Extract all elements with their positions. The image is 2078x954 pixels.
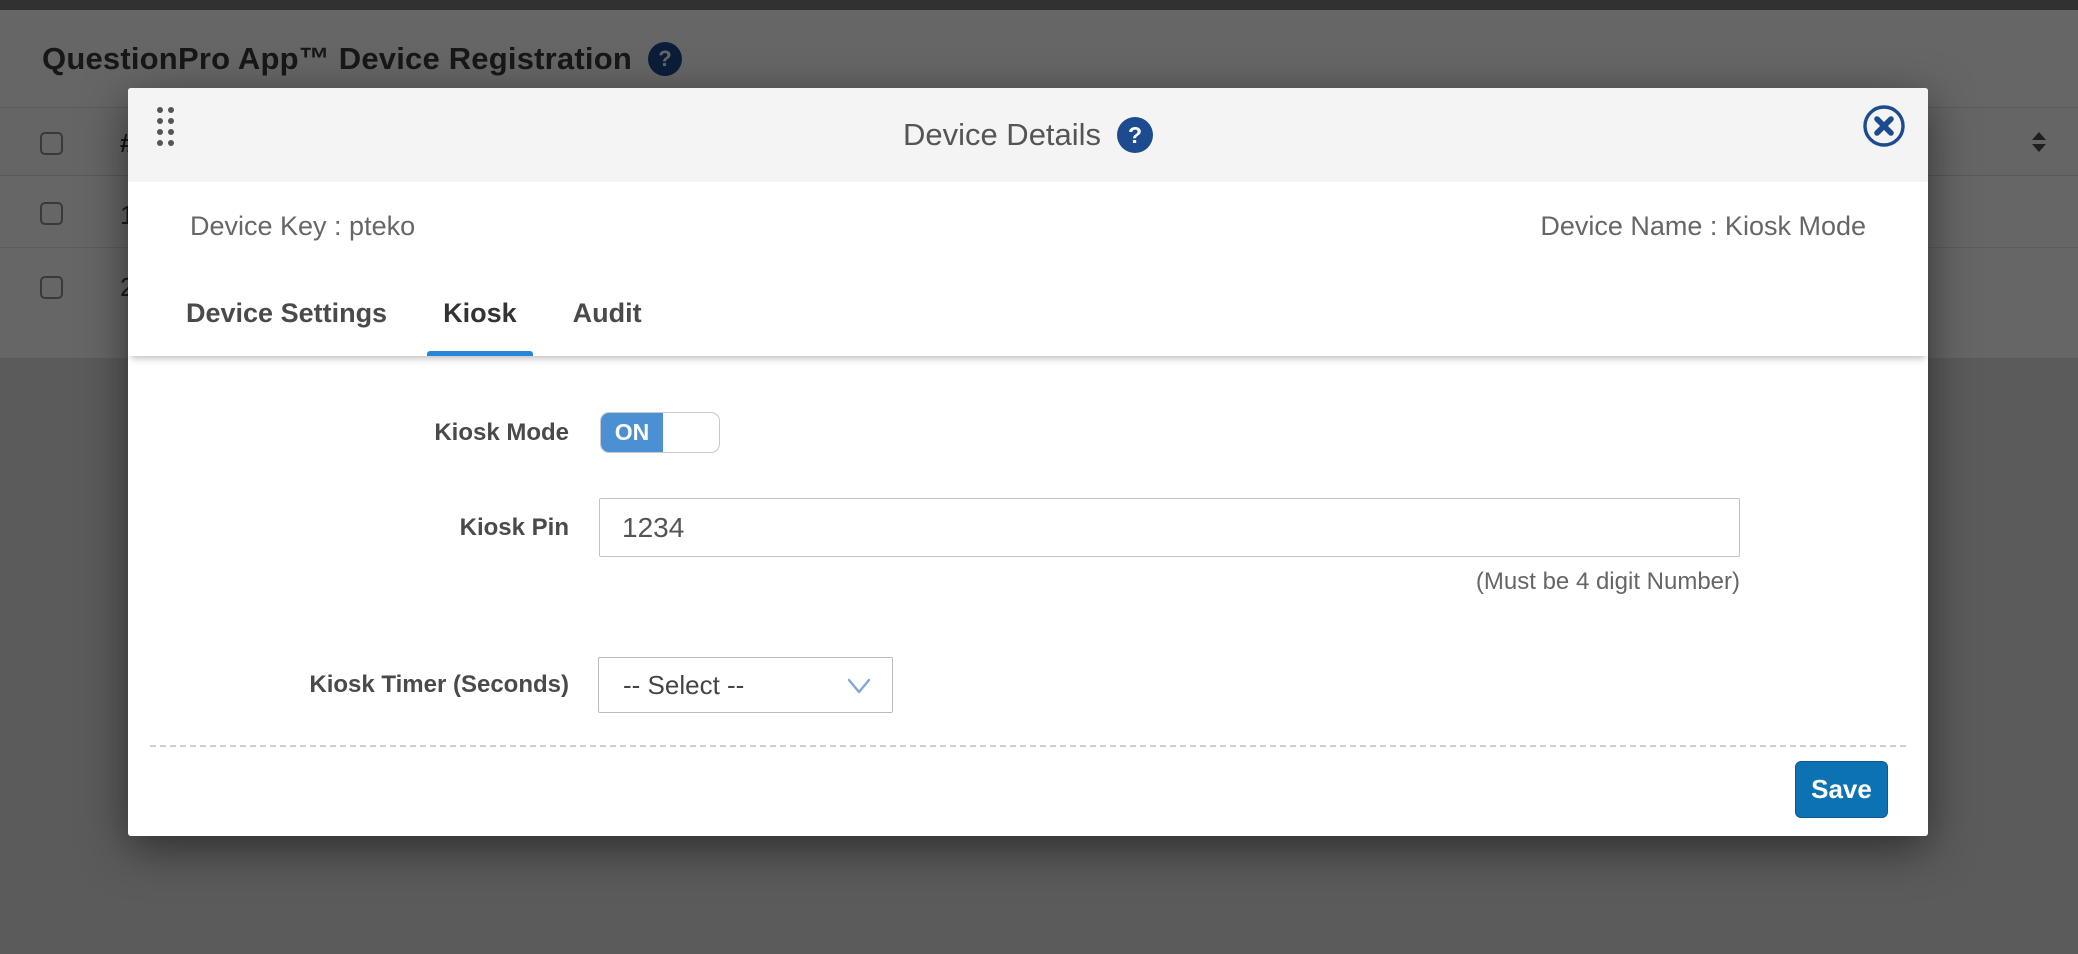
modal-title: Device Details [903,117,1101,153]
close-circle-glyph [1862,104,1906,148]
save-button[interactable]: Save [1795,761,1888,818]
toggle-on-segment: ON [601,413,663,452]
tab-audit[interactable]: Audit [557,270,658,356]
tab-kiosk[interactable]: Kiosk [427,270,533,356]
kiosk-timer-label: Kiosk Timer (Seconds) [128,657,569,713]
kiosk-mode-label: Kiosk Mode [128,412,569,453]
device-key: Device Key : pteko [190,211,415,242]
modal-title-wrap: Device Details ? [128,88,1928,182]
chevron-down-icon [846,674,872,698]
kiosk-pin-label: Kiosk Pin [128,498,569,557]
device-details-modal: Device Details ? Device Key : pteko Devi… [128,88,1928,836]
device-info-row: Device Key : pteko Device Name : Kiosk M… [128,182,1928,270]
modal-header: Device Details ? [128,88,1928,182]
tab-device-settings[interactable]: Device Settings [170,270,403,356]
modal-tabs: Device Settings Kiosk Audit [128,270,1928,356]
help-icon[interactable]: ? [1117,117,1153,153]
footer-divider [150,745,1906,747]
device-name: Device Name : Kiosk Mode [1540,211,1866,242]
kiosk-mode-toggle[interactable]: ON [600,412,720,453]
kiosk-pin-input[interactable] [599,498,1740,557]
close-icon[interactable] [1862,104,1906,148]
kiosk-timer-select[interactable]: -- Select -- [598,657,893,713]
selected-option: -- Select -- [623,670,744,701]
kiosk-pin-hint: (Must be 4 digit Number) [599,568,1740,596]
